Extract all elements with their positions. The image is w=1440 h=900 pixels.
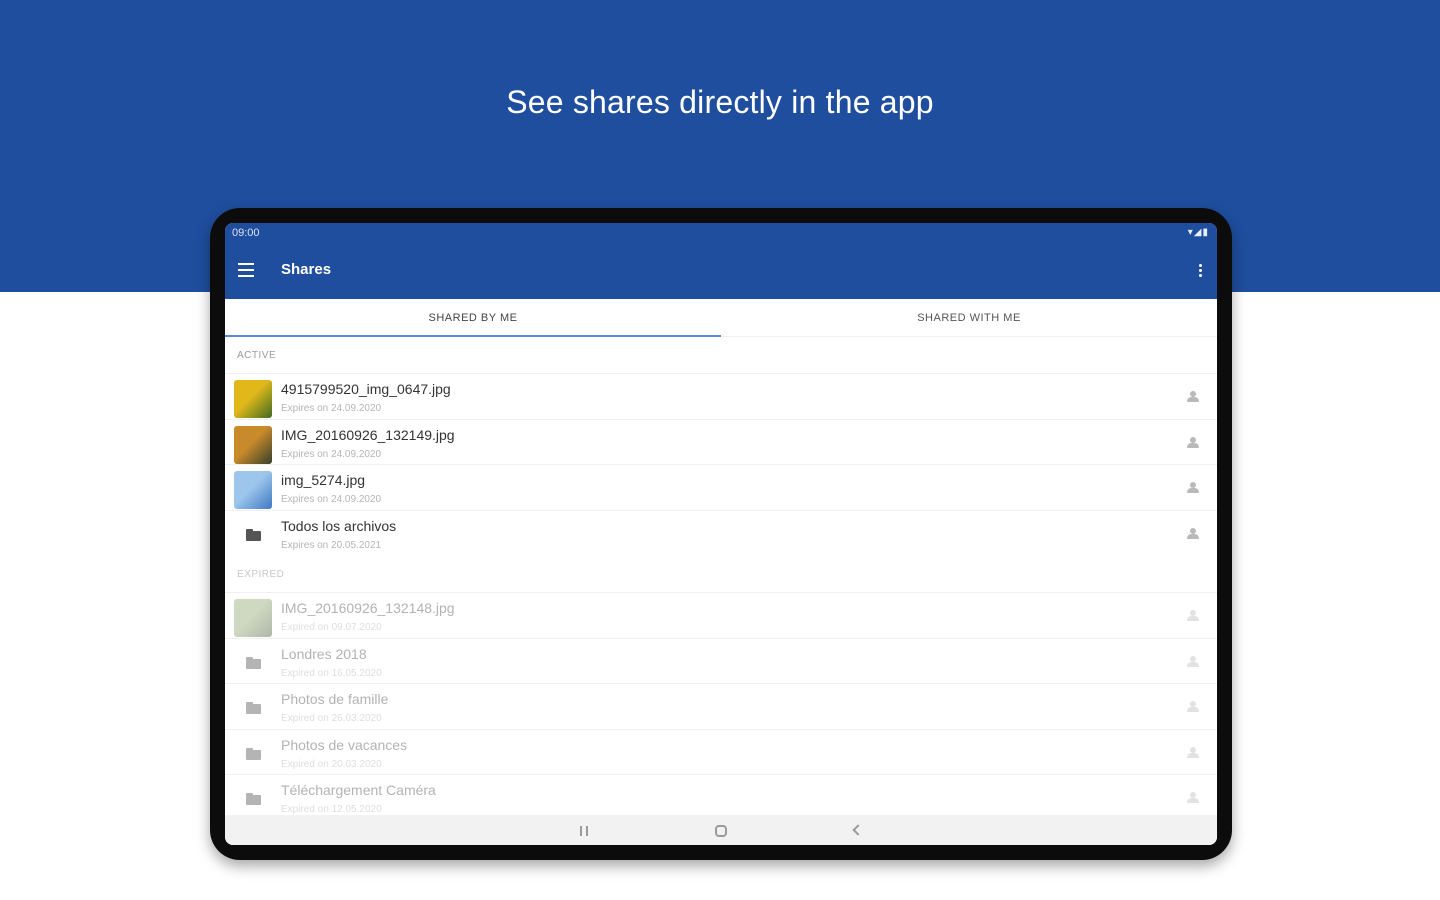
- share-expiry: Expired on 20.03.2020: [281, 758, 382, 770]
- share-name: Téléchargement Caméra: [281, 782, 436, 798]
- app-bar: Shares: [225, 245, 1217, 299]
- home-icon[interactable]: [715, 825, 727, 837]
- section-label-expired: EXPIRED: [237, 569, 285, 580]
- share-expiry: Expires on 24.09.2020: [281, 448, 382, 460]
- section-label-active: ACTIVE: [237, 350, 277, 361]
- share-row[interactable]: IMG_20160926_132149.jpg Expires on 24.09.…: [225, 418, 1217, 465]
- share-row[interactable]: Photos de famille Expired on 26.03.2020: [225, 683, 1217, 729]
- share-expiry: Expires on 24.09.2020: [281, 403, 382, 414]
- share-expiry: Expired on 26.03.2020: [281, 713, 382, 724]
- hamburger-menu-icon[interactable]: [238, 263, 254, 277]
- system-nav-bar: [225, 815, 1217, 845]
- share-expiry: Expired on 09.07.2020: [281, 622, 382, 633]
- person-share-icon[interactable]: [1187, 792, 1199, 804]
- image-thumbnail: [234, 471, 272, 509]
- tablet-frame: 09:00 ▾◢▮ Shares SHARED BY ME SHARED WIT…: [210, 208, 1232, 860]
- more-vert-icon[interactable]: [1197, 262, 1203, 280]
- person-share-icon[interactable]: [1187, 746, 1199, 759]
- share-row[interactable]: img_5274.jpg Expires on 24.09.2020: [225, 464, 1217, 510]
- share-name: 4915799520_img_0647.jpg: [281, 381, 451, 397]
- app-title: Shares: [281, 261, 332, 278]
- status-icons: ▾◢▮: [1187, 227, 1209, 238]
- headline: See shares directly in the app: [506, 84, 934, 120]
- share-name: img_5274.jpg: [281, 472, 366, 488]
- share-name: Photos de vacances: [281, 736, 408, 753]
- share-expiry: Expires on 20.05.2021: [281, 539, 382, 551]
- person-share-icon[interactable]: [1187, 527, 1199, 540]
- recents-icon[interactable]: [579, 826, 589, 836]
- tab-indicator: [225, 335, 721, 337]
- tab-bar: SHARED BY ME SHARED WITH ME: [225, 299, 1217, 337]
- folder-icon: [246, 528, 261, 541]
- image-thumbnail: [234, 380, 272, 418]
- share-name: IMG_20160926_132148.jpg: [281, 600, 455, 616]
- share-expiry: Expires on 24.09.2020: [281, 494, 382, 505]
- person-share-icon[interactable]: [1187, 701, 1199, 713]
- status-bar: 09:00 ▾◢▮: [225, 223, 1217, 245]
- share-expiry: Expired on 16.05.2020: [281, 667, 382, 679]
- person-share-icon[interactable]: [1187, 391, 1199, 403]
- share-name: Todos los archivos: [281, 517, 397, 534]
- share-row[interactable]: Londres 2018 Expired on 16.05.2020: [225, 637, 1217, 684]
- person-share-icon[interactable]: [1187, 436, 1199, 449]
- share-row[interactable]: 4915799520_img_0647.jpg Expires on 24.09.…: [225, 373, 1217, 419]
- folder-icon: [246, 702, 261, 714]
- share-expiry: Expired on 12.05.2020: [281, 804, 382, 815]
- share-name: Londres 2018: [281, 645, 367, 662]
- tablet-screen: 09:00 ▾◢▮ Shares SHARED BY ME SHARED WIT…: [225, 223, 1217, 845]
- status-time: 09:00: [232, 227, 260, 239]
- person-share-icon[interactable]: [1187, 610, 1199, 622]
- tab-shared-by-me[interactable]: SHARED BY ME: [225, 299, 721, 337]
- share-name: Photos de famille: [281, 691, 389, 707]
- folder-icon: [246, 747, 261, 760]
- back-icon[interactable]: [852, 824, 864, 836]
- person-share-icon[interactable]: [1187, 655, 1199, 668]
- share-name: IMG_20160926_132149.jpg: [281, 426, 455, 443]
- share-row[interactable]: Todos los archivos Expires on 20.05.2021: [225, 509, 1217, 556]
- folder-icon: [246, 656, 261, 669]
- tab-shared-with-me[interactable]: SHARED WITH ME: [721, 299, 1217, 337]
- image-thumbnail: [234, 599, 272, 637]
- share-row[interactable]: Téléchargement Caméra Expired on 12.05.20…: [225, 774, 1217, 820]
- person-share-icon[interactable]: [1187, 482, 1199, 494]
- image-thumbnail: [234, 425, 272, 464]
- share-row[interactable]: Photos de vacances Expired on 20.03.2020: [225, 728, 1217, 775]
- share-row[interactable]: IMG_20160926_132148.jpg Expired on 09.07.…: [225, 592, 1217, 638]
- folder-icon: [246, 793, 261, 805]
